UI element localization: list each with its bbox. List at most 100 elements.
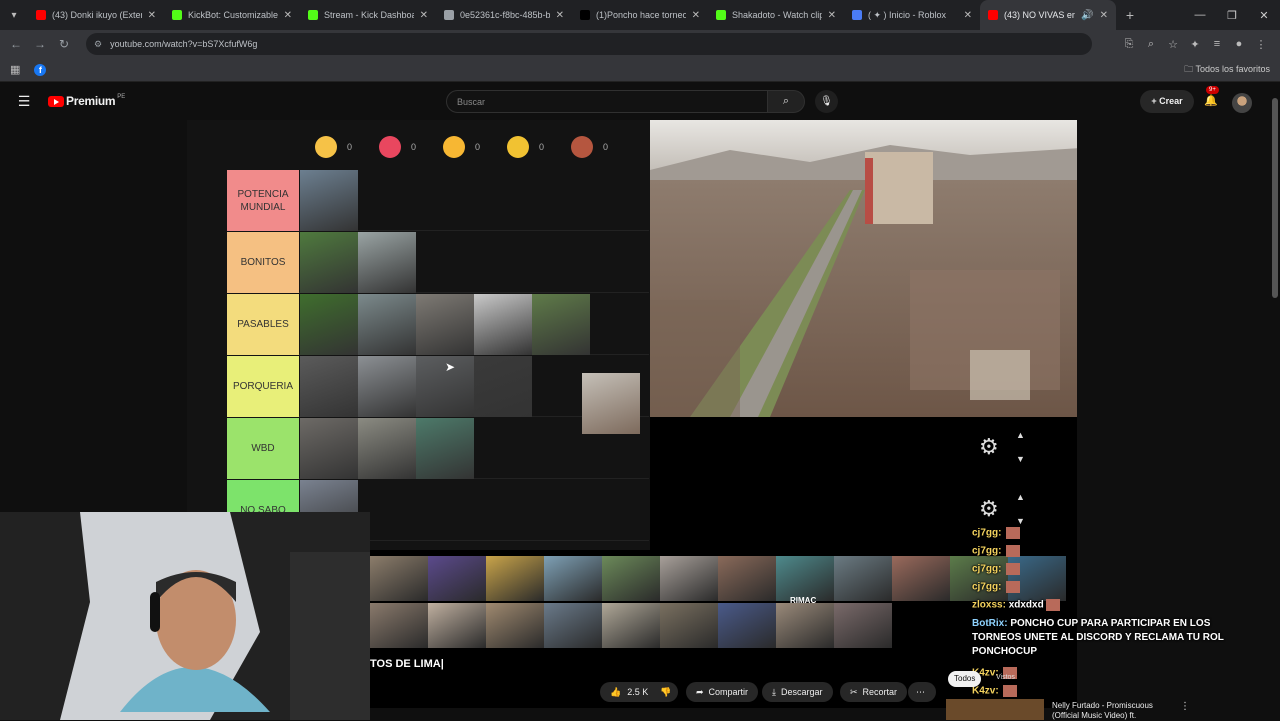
- omnibox[interactable]: ⚙ youtube.com/watch?v=bS7XcfufW6g: [86, 33, 1092, 55]
- pool-image[interactable]: [370, 556, 428, 601]
- search-button[interactable]: ⌕: [767, 90, 805, 113]
- emoji-counter-4[interactable]: 0: [571, 136, 608, 158]
- tier-label[interactable]: PASABLES: [227, 294, 299, 355]
- browser-tab-7[interactable]: (43) NO VIVAS en est 🔊 ✕: [980, 0, 1116, 30]
- share-button[interactable]: ➦ Compartir: [686, 682, 759, 702]
- filter-chip-viewed[interactable]: Vistos: [996, 674, 1015, 681]
- pool-image[interactable]: [776, 603, 834, 648]
- tab-close-icon[interactable]: ✕: [964, 10, 972, 21]
- tier-image[interactable]: [474, 294, 532, 355]
- account-avatar[interactable]: [1232, 93, 1252, 113]
- new-tab-icon[interactable]: +: [1116, 7, 1144, 23]
- like-button[interactable]: 👍 2.5 K 👎: [600, 682, 678, 702]
- media-icon[interactable]: ≡: [1206, 38, 1228, 50]
- extensions-icon[interactable]: ✦: [1184, 38, 1206, 51]
- tab-close-icon[interactable]: ✕: [148, 10, 156, 21]
- pool-image[interactable]: [834, 556, 892, 601]
- voice-search-icon[interactable]: 🎙: [815, 90, 838, 113]
- tab-close-icon[interactable]: ✕: [420, 10, 428, 21]
- browser-tab-1[interactable]: KickBot: Customizable Ch ✕: [164, 0, 300, 30]
- pool-image[interactable]: [892, 556, 950, 601]
- recommendation-menu-icon[interactable]: ⋮: [1180, 701, 1190, 712]
- pool-image[interactable]: [544, 556, 602, 601]
- maximize-icon[interactable]: ❐: [1216, 9, 1248, 22]
- tier-label[interactable]: BONITOS: [227, 232, 299, 293]
- tier-image[interactable]: [416, 294, 474, 355]
- pool-image[interactable]: [428, 603, 486, 648]
- tier-image[interactable]: [300, 232, 358, 293]
- menu-icon[interactable]: ⋮: [1250, 38, 1272, 51]
- thumbs-down-icon[interactable]: 👎: [660, 687, 671, 698]
- filter-chip-all[interactable]: Todos: [948, 671, 982, 687]
- chevron-up-icon-2[interactable]: ▲: [1016, 492, 1025, 502]
- pool-image[interactable]: [602, 556, 660, 601]
- tier-image[interactable]: [300, 170, 358, 231]
- guide-menu-icon[interactable]: ☰: [0, 93, 48, 110]
- pool-image[interactable]: [660, 603, 718, 648]
- pool-image[interactable]: [602, 603, 660, 648]
- facebook-bookmark-icon[interactable]: f: [34, 63, 47, 76]
- tab-close-icon[interactable]: ✕: [828, 10, 836, 21]
- tier-image[interactable]: [300, 418, 358, 479]
- tab-close-icon[interactable]: ✕: [284, 10, 292, 21]
- browser-tab-0[interactable]: (43) Donki ikuyo (Extende ✕: [28, 0, 164, 30]
- browser-tab-4[interactable]: (1)Poncho hace torneos d ✕: [572, 0, 708, 30]
- tier-image[interactable]: [474, 356, 532, 417]
- emoji-counter-1[interactable]: 0: [379, 136, 416, 158]
- browser-tab-3[interactable]: 0e52361c-f8bc-485b-bca ✕: [436, 0, 572, 30]
- minimize-icon[interactable]: —: [1184, 9, 1216, 21]
- tier-label[interactable]: POTENCIA MUNDIAL: [227, 170, 299, 231]
- scrollbar-thumb[interactable]: [1272, 98, 1278, 298]
- browser-tab-5[interactable]: Shakadoto - Watch clips ✕: [708, 0, 844, 30]
- emoji-counter-0[interactable]: 0: [315, 136, 352, 158]
- tier-image[interactable]: [416, 418, 474, 479]
- tier-image[interactable]: [358, 294, 416, 355]
- back-icon[interactable]: ←: [4, 37, 28, 51]
- bookmark-star-icon[interactable]: ☆: [1162, 38, 1184, 51]
- forward-icon[interactable]: →: [28, 37, 52, 51]
- pool-image[interactable]: [776, 556, 834, 601]
- pool-image[interactable]: [718, 603, 776, 648]
- clip-button[interactable]: ✂ Recortar: [840, 682, 908, 702]
- pool-image[interactable]: [370, 603, 428, 648]
- tier-image[interactable]: [358, 232, 416, 293]
- page-scrollbar[interactable]: [1270, 84, 1280, 720]
- chevron-down-icon[interactable]: ▼: [1016, 454, 1025, 464]
- recommendation-title[interactable]: Nelly Furtado - Promiscuous (Official Mu…: [1052, 701, 1177, 721]
- settings-gear-icon-2[interactable]: ⚙: [979, 496, 999, 522]
- reload-icon[interactable]: ↻: [52, 37, 76, 51]
- tier-image[interactable]: [300, 294, 358, 355]
- pool-image[interactable]: [834, 603, 892, 648]
- pool-image[interactable]: [660, 556, 718, 601]
- tab-audio-icon[interactable]: 🔊: [1081, 10, 1093, 21]
- emoji-counter-2[interactable]: 0: [443, 136, 480, 158]
- search-input[interactable]: Buscar: [446, 90, 768, 113]
- tab-close-icon[interactable]: ✕: [1100, 10, 1108, 21]
- tab-search-icon[interactable]: ▾: [0, 0, 28, 30]
- apps-grid-icon[interactable]: ▦: [10, 63, 20, 76]
- pool-image[interactable]: [428, 556, 486, 601]
- browser-tab-2[interactable]: Stream - Kick Dashboard ✕: [300, 0, 436, 30]
- tab-close-icon[interactable]: ✕: [556, 10, 564, 21]
- recommendation-thumbnail[interactable]: [946, 699, 1044, 720]
- tier-image[interactable]: [532, 294, 590, 355]
- tier-image[interactable]: [300, 356, 358, 417]
- dragged-image[interactable]: [582, 373, 640, 434]
- zoom-icon[interactable]: ⌕: [1140, 38, 1162, 51]
- profile-icon[interactable]: ●: [1228, 38, 1250, 50]
- all-bookmarks-link[interactable]: 🗀 Todos los favoritos: [1184, 62, 1270, 78]
- pool-image[interactable]: [486, 603, 544, 648]
- close-window-icon[interactable]: ✕: [1248, 9, 1280, 22]
- site-info-icon[interactable]: ⚙: [94, 39, 102, 50]
- tier-image[interactable]: [358, 418, 416, 479]
- tier-label[interactable]: PORQUERIA: [227, 356, 299, 417]
- create-button[interactable]: + Crear: [1140, 90, 1194, 113]
- pool-image[interactable]: [718, 556, 776, 601]
- settings-gear-icon[interactable]: ⚙: [979, 434, 999, 460]
- download-button[interactable]: ⤓ Descargar: [762, 682, 833, 702]
- tier-label[interactable]: WBD: [227, 418, 299, 479]
- pool-image[interactable]: [486, 556, 544, 601]
- install-icon[interactable]: ⎘: [1118, 38, 1140, 51]
- more-actions-button[interactable]: ⋯: [908, 682, 936, 702]
- emoji-counter-3[interactable]: 0: [507, 136, 544, 158]
